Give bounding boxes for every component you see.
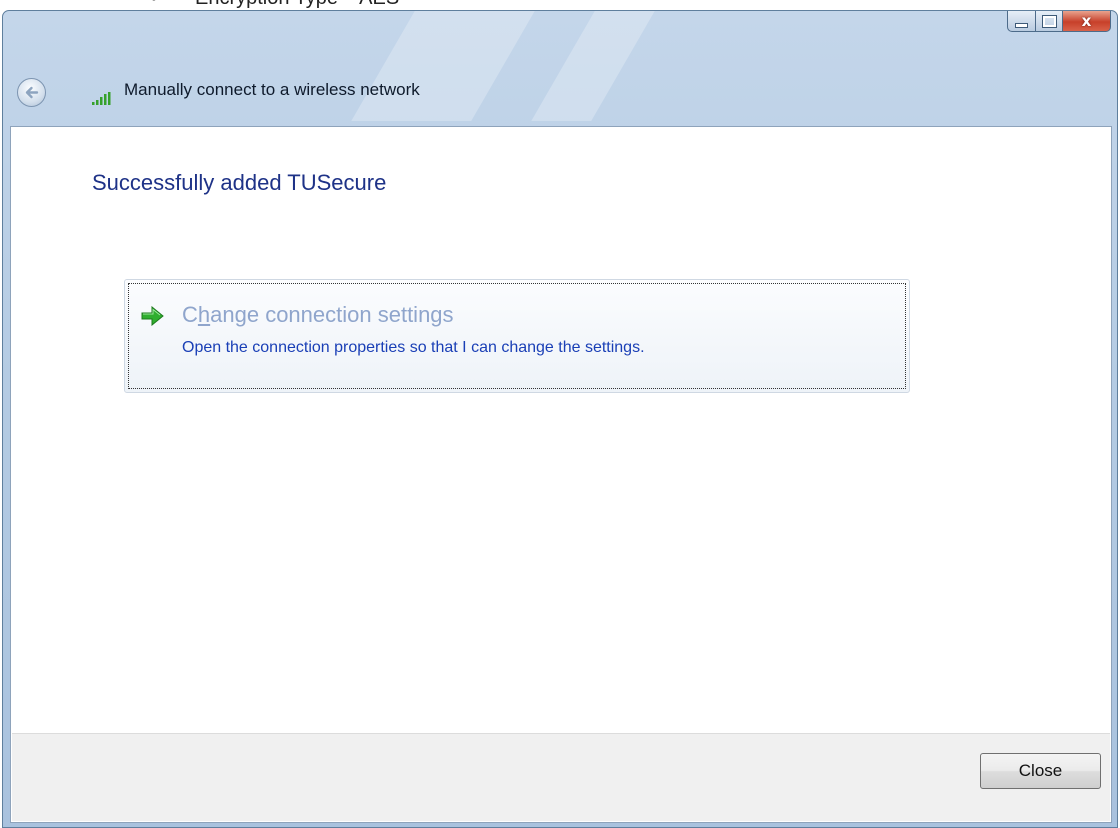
back-arrow-icon (25, 86, 39, 99)
change-connection-settings-link[interactable]: Change connection settings Open the conn… (124, 279, 910, 393)
maximize-button[interactable] (1036, 11, 1063, 32)
command-link-title-start: C (182, 302, 198, 327)
close-icon: x (1081, 11, 1092, 30)
wizard-window: x Manually connect to a wireless network… (2, 10, 1118, 828)
maximize-icon (1041, 14, 1057, 28)
focus-rectangle (128, 283, 906, 389)
nav-title: Manually connect to a wireless network (124, 80, 420, 99)
wireless-signal-icon (92, 92, 111, 105)
caption-buttons: x (1007, 11, 1111, 33)
command-link-description: Open the connection properties so that I… (182, 339, 645, 356)
close-window-button[interactable]: x (1063, 11, 1111, 32)
close-button[interactable]: Close (980, 753, 1101, 789)
minimize-button[interactable] (1007, 11, 1036, 32)
button-footer: Close (12, 733, 1110, 821)
document-text: Encryption Type – AES (195, 0, 399, 10)
command-link-title: Change connection settings (182, 302, 454, 328)
minimize-icon (1015, 22, 1028, 28)
navigation-bar: Manually connect to a wireless network (9, 71, 1113, 113)
green-arrow-icon (141, 306, 164, 326)
command-link-title-rest: ange connection settings (210, 302, 454, 327)
content-area: Successfully added TUSecure Change conne… (10, 126, 1112, 823)
access-key-letter: h (197, 302, 211, 327)
bullet: • (148, 0, 160, 10)
back-button[interactable] (17, 78, 46, 107)
page-title: Successfully added TUSecure (92, 170, 387, 195)
